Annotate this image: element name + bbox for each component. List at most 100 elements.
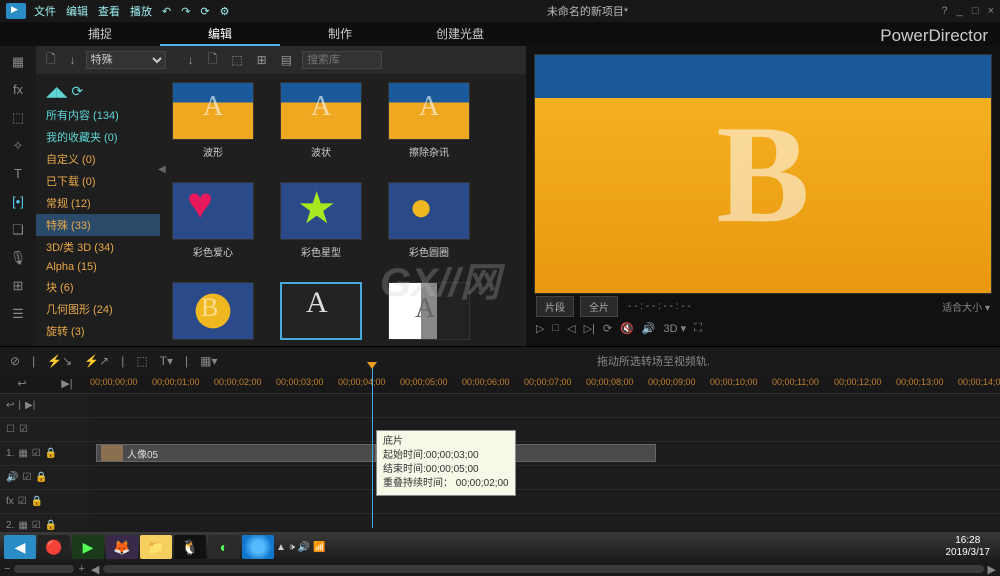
horizontal-scrollbar[interactable]: − + ◀ ▶ xyxy=(0,562,1000,576)
new-icon[interactable]: 🗋 xyxy=(204,50,222,71)
category-item[interactable]: 旋转 (3) xyxy=(36,320,160,342)
category-item[interactable]: 块 (6) xyxy=(36,276,160,298)
category-item[interactable]: 几何图形 (24) xyxy=(36,298,160,320)
taskbar-app-4[interactable]: 🦊 xyxy=(106,535,138,559)
timeline-tool-icon[interactable]: | xyxy=(121,354,124,368)
redo-icon[interactable]: ↷ xyxy=(181,5,190,18)
playback-btn-6[interactable]: 🔊 xyxy=(642,322,656,335)
category-item[interactable]: Alpha (15) xyxy=(36,258,160,276)
menu-play[interactable]: 播放 xyxy=(130,3,152,19)
filter-icon[interactable]: ◢◣ ⟳ xyxy=(36,80,160,104)
transition-thumb[interactable] xyxy=(280,82,362,140)
clock[interactable]: 16:282019/3/17 xyxy=(946,535,997,559)
tab-edit[interactable]: 编辑 xyxy=(160,22,280,46)
track-toggle-icon[interactable]: ▦ xyxy=(18,520,27,531)
track-header[interactable]: 🔊 ☑ 🔒 xyxy=(0,466,90,489)
track-toggle-icon[interactable]: 🔒 xyxy=(35,472,47,483)
tab-disc[interactable]: 创建光盘 xyxy=(400,22,520,46)
playback-btn-3[interactable]: ▷| xyxy=(584,322,595,335)
playhead[interactable] xyxy=(372,368,373,528)
track-toggle-icon[interactable]: 🔊 xyxy=(6,472,18,483)
category-item[interactable]: 我的收藏夹 (0) xyxy=(36,126,160,148)
transition-thumb[interactable] xyxy=(388,182,470,240)
playback-btn-1[interactable]: □ xyxy=(552,322,559,334)
transition-item[interactable]: 底片效果 xyxy=(384,282,474,346)
taskbar-app-3[interactable]: 📁 xyxy=(140,535,172,559)
menu-edit[interactable]: 编辑 xyxy=(66,3,88,19)
category-item[interactable]: 自定义 (0) xyxy=(36,148,160,170)
time-ruler[interactable]: 00;00;00;0000;00;01;0000;00;02;0000;00;0… xyxy=(90,374,1000,393)
collapse-icon[interactable]: ◀ xyxy=(158,164,166,175)
taskbar-app-7[interactable]: ◀ xyxy=(4,535,36,559)
grid-icon[interactable]: ⊞ xyxy=(253,53,271,67)
room-icon-1[interactable]: fx xyxy=(8,82,28,98)
track-header[interactable]: ↩ | ▶| xyxy=(0,394,90,417)
track-lane[interactable] xyxy=(90,466,1000,489)
transition-thumb[interactable] xyxy=(280,282,362,340)
track-toggle-icon[interactable]: | xyxy=(18,400,21,411)
room-icon-6[interactable]: ❏ xyxy=(8,222,28,238)
detail-icon[interactable]: ⬚ xyxy=(227,53,246,67)
track-toggle-icon[interactable]: fx xyxy=(6,496,14,507)
track-toggle-icon[interactable]: ☑ xyxy=(32,520,41,531)
category-item[interactable]: 3D/类 3D (34) xyxy=(36,236,160,258)
track-toggle-icon[interactable]: ☐ xyxy=(6,424,15,435)
transition-thumb[interactable] xyxy=(172,82,254,140)
scroll-thumb[interactable] xyxy=(103,565,983,573)
track-header[interactable]: ☐☑ xyxy=(0,418,90,441)
timeline-tool-icon[interactable]: | xyxy=(32,354,35,368)
playback-btn-0[interactable]: ▷ xyxy=(536,322,544,335)
search-input[interactable] xyxy=(302,51,382,69)
timeline-tool-icon[interactable]: ⬚ xyxy=(136,354,147,368)
category-item[interactable]: 特殊 (33) xyxy=(36,214,160,236)
track-header[interactable]: fx☑🔒 xyxy=(0,490,90,513)
system-tray[interactable]: ▲ 🕩 🔊 📶 xyxy=(276,542,325,553)
room-icon-9[interactable]: ☰ xyxy=(8,306,28,322)
track-header[interactable]: 1.▦☑🔒 xyxy=(0,442,90,465)
playback-btn-2[interactable]: ◁ xyxy=(567,322,575,335)
timeline-tool-icon[interactable]: ⚡↘ xyxy=(47,354,72,368)
playback-btn-5[interactable]: 🔇 xyxy=(620,322,634,335)
undo-icon[interactable]: ↶ xyxy=(162,5,171,18)
track-toggle-icon[interactable]: ▶| xyxy=(25,400,35,411)
transition-thumb[interactable] xyxy=(172,182,254,240)
category-select[interactable]: 特殊 xyxy=(86,51,166,69)
category-item[interactable]: 所有内容 (134) xyxy=(36,104,160,126)
transition-item[interactable]: 波形 xyxy=(168,82,258,172)
refresh-icon[interactable]: ⟳ xyxy=(200,5,209,18)
taskbar-app-2[interactable]: 🐧 xyxy=(174,535,206,559)
help-button[interactable]: ? xyxy=(941,5,947,17)
transition-item[interactable]: 彩色星型 xyxy=(276,182,366,272)
track-toggle-icon[interactable]: ☑ xyxy=(22,472,31,483)
timeline-tool-icon[interactable]: ⚡↗ xyxy=(84,354,109,368)
transition-item[interactable]: 擦除杂讯 xyxy=(384,82,474,172)
list-icon[interactable]: ▤ xyxy=(277,53,296,67)
menu-view[interactable]: 查看 xyxy=(98,3,120,19)
track-toggle-icon[interactable]: ↩ xyxy=(6,400,14,411)
transition-thumb[interactable] xyxy=(172,282,254,340)
room-icon-3[interactable]: ✧ xyxy=(8,138,28,154)
transition-item[interactable]: 底片 xyxy=(276,282,366,346)
track-toggle-icon[interactable]: ☑ xyxy=(32,448,41,459)
category-item[interactable]: 条纹 (2) xyxy=(36,342,160,346)
preview-canvas[interactable]: B xyxy=(534,54,992,294)
room-icon-8[interactable]: ⊞ xyxy=(8,278,28,294)
room-icon-0[interactable]: ▦ xyxy=(8,54,28,70)
taskbar-app-0[interactable] xyxy=(242,535,274,559)
track-toggle-icon[interactable]: ☑ xyxy=(19,424,28,435)
track-toggle-icon[interactable]: ☑ xyxy=(18,496,27,507)
tab-capture[interactable]: 捕捉 xyxy=(40,22,160,46)
transition-item[interactable]: 波状 xyxy=(276,82,366,172)
track-lane[interactable]: 人像05人像06 xyxy=(90,442,1000,465)
track-toggle-icon[interactable]: 🔒 xyxy=(45,448,57,459)
transition-thumb[interactable] xyxy=(280,182,362,240)
room-icon-5[interactable]: [•] xyxy=(8,194,28,210)
taskbar-app-6[interactable]: 🔴 xyxy=(38,535,70,559)
fit-dropdown[interactable]: 适合大小 ▾ xyxy=(942,299,990,314)
timeline-clip[interactable]: 人像05 xyxy=(96,444,376,462)
tab-produce[interactable]: 制作 xyxy=(280,22,400,46)
track-lane[interactable] xyxy=(90,418,1000,441)
download-icon[interactable]: ↓ xyxy=(66,53,80,67)
transition-thumb[interactable] xyxy=(388,282,470,340)
room-icon-4[interactable]: T xyxy=(8,166,28,182)
